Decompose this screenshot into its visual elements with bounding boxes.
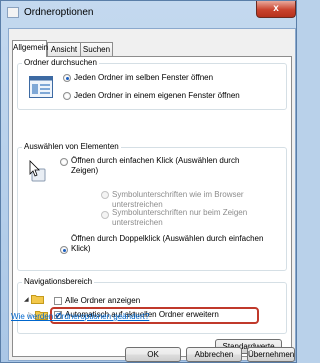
- window-icon: [7, 7, 19, 18]
- checkbox-show-all-folders[interactable]: [54, 297, 62, 305]
- radio-new-window[interactable]: [63, 92, 71, 100]
- group-label-navigation-pane: Navigationsbereich: [22, 277, 95, 286]
- group-click-items: Auswählen von Elementen Öffnen durch ein…: [17, 142, 287, 271]
- apply-button[interactable]: Übernehmen: [247, 347, 295, 362]
- label-single-click-line1[interactable]: Öffnen durch einfachen Klick (Auswählen …: [71, 156, 239, 166]
- group-navigation-pane: Navigationsbereich ◢ Alle Ordner anzeige…: [17, 277, 287, 334]
- label-double-click-line1[interactable]: Öffnen durch Doppelklick (Auswählen durc…: [71, 234, 263, 244]
- label-show-all-folders[interactable]: Alle Ordner anzeigen: [65, 296, 140, 306]
- window-layout-icon: [29, 76, 53, 98]
- tab-view[interactable]: Ansicht: [47, 42, 81, 56]
- radio-single-click[interactable]: [60, 158, 68, 166]
- folder-options-window: Ordneroptionen x Allgemein Ansicht Suche…: [0, 0, 297, 363]
- radio-double-click[interactable]: [60, 246, 68, 254]
- title-bar[interactable]: Ordneroptionen x: [1, 1, 298, 25]
- tab-search[interactable]: Suchen: [80, 42, 113, 56]
- radio-same-window[interactable]: [63, 74, 71, 82]
- radio-underline-browser: [101, 191, 109, 199]
- label-single-click-line2[interactable]: Zeigen): [71, 166, 98, 176]
- help-link[interactable]: Wie werden Ordneroptionen geändert?: [11, 312, 149, 321]
- tree-expanded-icon: ◢: [24, 297, 29, 303]
- group-label-click-items: Auswählen von Elementen: [22, 142, 121, 151]
- folder-icon: [31, 295, 44, 304]
- group-browse-folders: Ordner durchsuchen Jeden Ordner im selbe…: [17, 58, 287, 110]
- tab-general[interactable]: Allgemein: [12, 40, 48, 57]
- group-label-browse-folders: Ordner durchsuchen: [22, 58, 99, 67]
- ok-button[interactable]: OK: [125, 347, 181, 362]
- radio-underline-hover: [101, 211, 109, 219]
- cancel-button[interactable]: Abbrechen: [186, 347, 242, 362]
- close-button[interactable]: x: [256, 1, 296, 18]
- label-underline-hover-line2: unterstreichen: [112, 218, 163, 227]
- label-underline-hover-line1: Symbolunterschriften nur beim Zeigen: [112, 208, 248, 217]
- label-same-window[interactable]: Jeden Ordner im selben Fenster öffnen: [74, 73, 213, 83]
- label-double-click-line2[interactable]: Klick): [71, 244, 91, 254]
- dialog-body: Allgemein Ansicht Suchen Ordner durchsuc…: [8, 28, 296, 362]
- label-underline-browser: Symbolunterschriften wie im Browser unte…: [112, 190, 244, 209]
- mouse-pointer-icon: [29, 160, 46, 182]
- label-new-window[interactable]: Jeden Ordner in einem eigenen Fenster öf…: [74, 91, 240, 101]
- window-title: Ordneroptionen: [24, 7, 94, 18]
